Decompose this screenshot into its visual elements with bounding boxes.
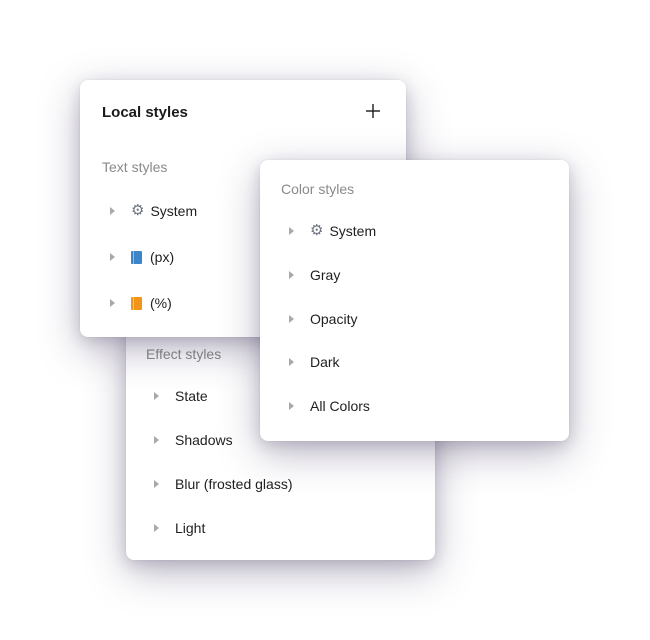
styles-canvas: Effect styles State Shadows Blur (froste… (0, 0, 650, 640)
local-styles-header: Local styles (102, 104, 384, 122)
panel-title: Local styles (102, 104, 188, 121)
color-style-item-dark[interactable]: Dark (289, 351, 340, 373)
color-style-label: System (329, 223, 377, 239)
color-style-item-all-colors[interactable]: All Colors (289, 395, 370, 417)
caret-right-icon (289, 402, 294, 410)
caret-right-icon (289, 227, 294, 235)
color-style-label: Dark (310, 354, 340, 370)
color-style-item-system[interactable]: ⚙ System (289, 220, 376, 242)
color-styles-label: Color styles (281, 181, 355, 197)
caret-right-icon (289, 315, 294, 323)
text-style-item-percent[interactable]: (%) (110, 292, 172, 314)
effect-style-label: Shadows (175, 432, 233, 448)
text-style-label: System (150, 203, 198, 219)
effect-style-item-state[interactable]: State (154, 385, 208, 407)
effect-styles-label: Effect styles (146, 346, 222, 362)
effect-style-item-light[interactable]: Light (154, 517, 205, 539)
text-style-item-px[interactable]: (px) (110, 246, 174, 268)
effect-style-item-shadows[interactable]: Shadows (154, 429, 233, 451)
caret-right-icon (289, 271, 294, 279)
color-style-label: Gray (310, 267, 341, 283)
caret-right-icon (110, 299, 115, 307)
color-style-label: All Colors (310, 398, 370, 414)
gear-icon: ⚙ (131, 202, 145, 219)
caret-right-icon (154, 524, 159, 532)
text-style-label: (%) (150, 295, 172, 311)
effect-style-label: State (175, 388, 208, 404)
blue-book-icon (131, 250, 142, 264)
color-style-label: Opacity (310, 311, 358, 327)
gear-icon: ⚙ (310, 222, 324, 239)
caret-right-icon (154, 436, 159, 444)
caret-right-icon (110, 253, 115, 261)
effect-style-label: Blur (frosted glass) (175, 476, 293, 492)
orange-book-icon (131, 296, 142, 310)
effect-style-item-blur[interactable]: Blur (frosted glass) (154, 473, 292, 495)
caret-right-icon (154, 392, 159, 400)
color-style-item-gray[interactable]: Gray (289, 264, 340, 286)
add-style-button[interactable] (362, 100, 384, 122)
color-style-item-opacity[interactable]: Opacity (289, 308, 357, 330)
caret-right-icon (154, 480, 159, 488)
color-styles-panel: Color styles ⚙ System Gray Opacity Dark … (260, 160, 569, 441)
text-style-label: (px) (150, 249, 175, 265)
plus-icon (366, 104, 380, 118)
caret-right-icon (110, 207, 115, 215)
text-styles-label: Text styles (102, 159, 168, 175)
text-style-item-system[interactable]: ⚙ System (110, 200, 197, 222)
effect-style-label: Light (175, 520, 206, 536)
caret-right-icon (289, 358, 294, 366)
